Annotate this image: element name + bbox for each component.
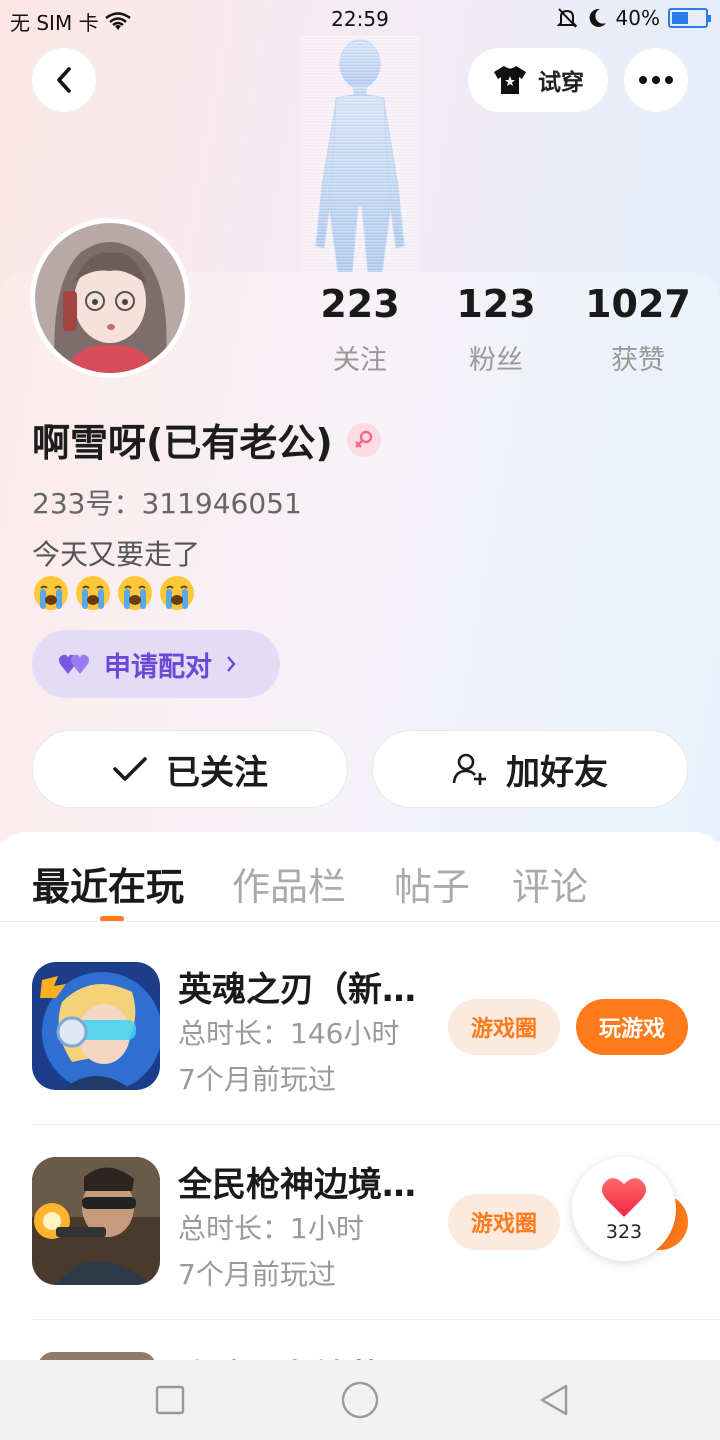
try-on-label: 试穿	[538, 70, 584, 96]
female-gender-icon	[346, 422, 381, 457]
system-navigation-bar	[0, 1360, 720, 1440]
circle-icon	[341, 1381, 379, 1419]
loudly-crying-emoji-icon	[76, 576, 110, 610]
profile-name: 啊雪呀(已有老公)	[32, 412, 381, 467]
hearts-icon	[59, 654, 89, 674]
content-panel: 最近在玩 作品栏 帖子 评论 英魂之刃（新… 总时长：146小时 7个月前玩过 …	[0, 832, 720, 1362]
play-game-button[interactable]: 玩游戏	[576, 999, 688, 1055]
game-item[interactable]: 英魂之刃（新… 总时长：146小时 7个月前玩过 游戏圈 玩游戏	[0, 962, 720, 1158]
try-on-button[interactable]: 试穿	[468, 48, 608, 112]
triangle-back-icon	[540, 1384, 568, 1416]
game-item-partial[interactable]: 玫瑰三老精英	[0, 1340, 720, 1362]
status-bar: 无 SIM 卡 22:59 40%	[0, 0, 720, 40]
square-icon	[155, 1385, 185, 1415]
home-button[interactable]	[340, 1380, 380, 1420]
tshirt-icon	[494, 66, 526, 94]
game-icon-image	[32, 1157, 160, 1285]
heart-icon	[602, 1178, 646, 1217]
more-dots-icon	[639, 76, 673, 84]
game-last-played: 7个月前玩过	[178, 1063, 336, 1096]
more-options-button[interactable]	[624, 48, 688, 112]
stat-label: 粉丝	[469, 345, 523, 376]
profile-tabs: 最近在玩 作品栏 帖子 评论	[0, 856, 720, 920]
loudly-crying-emoji-icon	[160, 576, 194, 610]
stat-value: 1027	[585, 282, 691, 326]
avatar-image	[35, 223, 185, 373]
pairing-label: 申请配对	[104, 651, 212, 683]
followed-button[interactable]: 已关注	[32, 730, 348, 808]
request-pairing-button[interactable]: 申请配对	[32, 630, 280, 698]
divider	[32, 1124, 720, 1125]
avatar-figure-image	[300, 36, 420, 276]
game-playtime: 总时长：1小时	[178, 1212, 364, 1245]
stat-likes[interactable]: 1027 获赞	[558, 282, 718, 377]
followed-label: 已关注	[166, 752, 268, 793]
stat-value: 123	[456, 282, 536, 326]
add-friend-button[interactable]: 加好友	[372, 730, 688, 808]
back-button[interactable]	[32, 48, 96, 112]
game-playtime: 总时长：146小时	[178, 1017, 400, 1050]
divider	[0, 921, 720, 922]
battery-icon	[668, 8, 711, 28]
like-count: 323	[605, 1221, 643, 1243]
avatar[interactable]	[30, 218, 190, 378]
stat-label: 获赞	[611, 345, 665, 376]
moon-icon	[589, 8, 606, 27]
bio-emojis	[32, 574, 196, 612]
game-icon-image	[32, 962, 160, 1090]
system-back-button[interactable]	[534, 1380, 574, 1420]
like-floating-button[interactable]: 323	[572, 1157, 676, 1261]
tab-posts[interactable]: 帖子	[394, 856, 470, 911]
battery-percent: 40%	[615, 6, 660, 30]
chevron-right-icon	[227, 656, 236, 672]
loudly-crying-emoji-icon	[34, 576, 68, 610]
user-id: 233号：311946051	[32, 487, 302, 520]
checkmark-icon	[113, 757, 147, 781]
stat-followers[interactable]: 123 粉丝	[416, 282, 576, 377]
bio-text: 今天又要走了	[32, 538, 201, 571]
add-user-icon	[452, 753, 486, 785]
tab-works[interactable]: 作品栏	[232, 856, 346, 911]
tab-comments[interactable]: 评论	[512, 856, 588, 911]
loudly-crying-emoji-icon	[118, 576, 152, 610]
divider	[32, 1319, 720, 1320]
recent-apps-button[interactable]	[150, 1380, 190, 1420]
game-circle-button[interactable]: 游戏圈	[448, 1194, 560, 1250]
game-title: 英魂之刃（新…	[178, 970, 416, 1010]
tab-recently-played[interactable]: 最近在玩	[32, 856, 184, 911]
game-title: 全民枪神边境…	[178, 1165, 416, 1205]
mute-bell-icon	[556, 8, 577, 28]
game-circle-button[interactable]: 游戏圈	[448, 999, 560, 1055]
username: 啊雪呀(已有老公)	[32, 421, 333, 465]
game-last-played: 7个月前玩过	[178, 1258, 336, 1291]
add-friend-label: 加好友	[506, 752, 608, 793]
chevron-left-icon	[57, 67, 71, 93]
